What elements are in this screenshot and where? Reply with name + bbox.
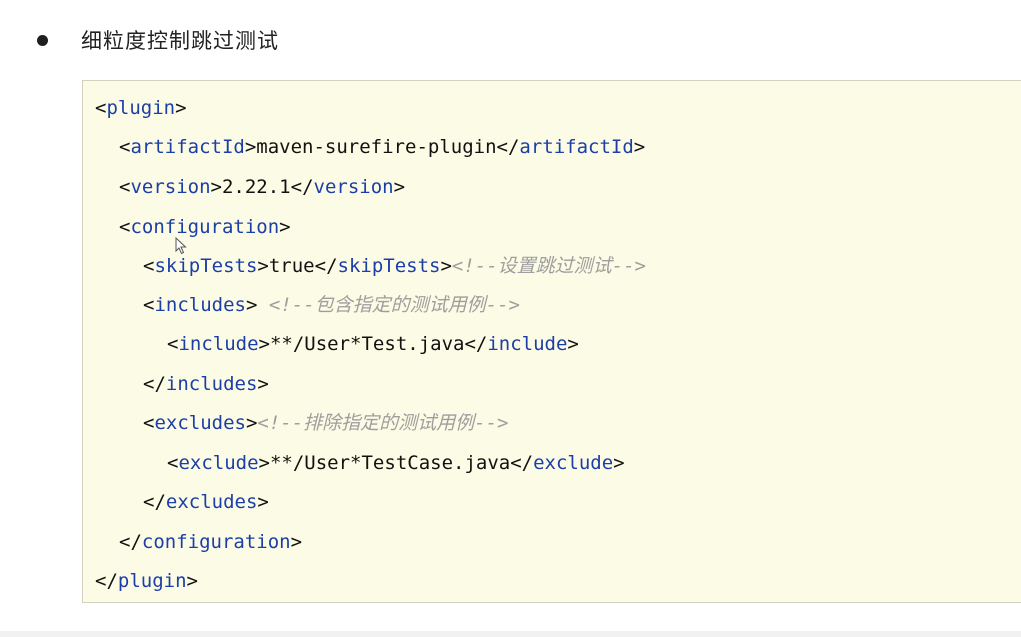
code-block: <plugin> <artifactId>maven-surefire-plug… — [82, 80, 1021, 603]
code-line-include: <include>**/User*Test.java</include> — [167, 333, 579, 355]
code-comment: <!--设置跳过测试--> — [451, 255, 646, 277]
code-line-version: <version>2.22.1</version> — [119, 176, 406, 198]
tag-name: artifactId — [519, 136, 634, 158]
code-line-plugin-close: </plugin> — [95, 570, 198, 592]
tag-name: include — [178, 333, 259, 355]
tag-name: configuration — [141, 531, 291, 553]
tag-name: exclude — [533, 452, 614, 474]
code-line-configuration-open: <configuration> — [119, 216, 291, 238]
tag-name: excludes — [165, 491, 258, 513]
code-line-includes-close: </includes> — [143, 373, 269, 395]
tag-value: 2.22.1 — [221, 176, 291, 198]
tag-value: **/User*TestCase.java — [269, 452, 511, 474]
heading-text: 细粒度控制跳过测试 — [81, 29, 279, 53]
tag-name: skipTests — [337, 255, 441, 277]
code-line-configuration-close: </configuration> — [119, 531, 303, 553]
code-line-includes-open: <includes> <!--包含指定的测试用例--> — [143, 294, 520, 316]
tag-name: excludes — [154, 412, 246, 434]
tag-value: maven-surefire-plugin — [256, 136, 497, 158]
bottom-divider — [0, 631, 1021, 637]
code-comment: <!--包含指定的测试用例--> — [268, 294, 520, 316]
code-line-exclude: <exclude>**/User*TestCase.java</exclude> — [167, 452, 625, 474]
tag-name: version — [313, 176, 394, 198]
mouse-cursor-icon — [175, 237, 187, 255]
code-line-artifactid: <artifactId>maven-surefire-plugin</artif… — [119, 136, 646, 158]
bullet-icon — [37, 34, 48, 46]
code-line-excludes-close: </excludes> — [143, 491, 269, 513]
tag-name: exclude — [178, 452, 259, 474]
tag-name: skipTests — [154, 255, 258, 277]
tag-name: includes — [154, 294, 246, 316]
code-comment: <!--排除指定的测试用例--> — [257, 412, 509, 434]
tag-value: **/User*Test.java — [269, 333, 465, 355]
tag-name: include — [487, 333, 568, 355]
tag-name: plugin — [106, 97, 176, 119]
section-heading: 细粒度控制跳过测试 — [37, 20, 279, 60]
code-line-excludes-open: <excludes><!--排除指定的测试用例--> — [143, 412, 509, 434]
code-line-plugin-open: <plugin> — [95, 97, 187, 119]
tag-name: includes — [165, 373, 258, 395]
tag-name: plugin — [117, 570, 187, 592]
tag-name: configuration — [130, 216, 280, 238]
tag-value: true — [268, 255, 315, 277]
tag-name: version — [130, 176, 211, 198]
tag-name: artifactId — [130, 136, 245, 158]
code-line-skiptests: <skipTests>true</skipTests><!--设置跳过测试--> — [143, 255, 646, 277]
